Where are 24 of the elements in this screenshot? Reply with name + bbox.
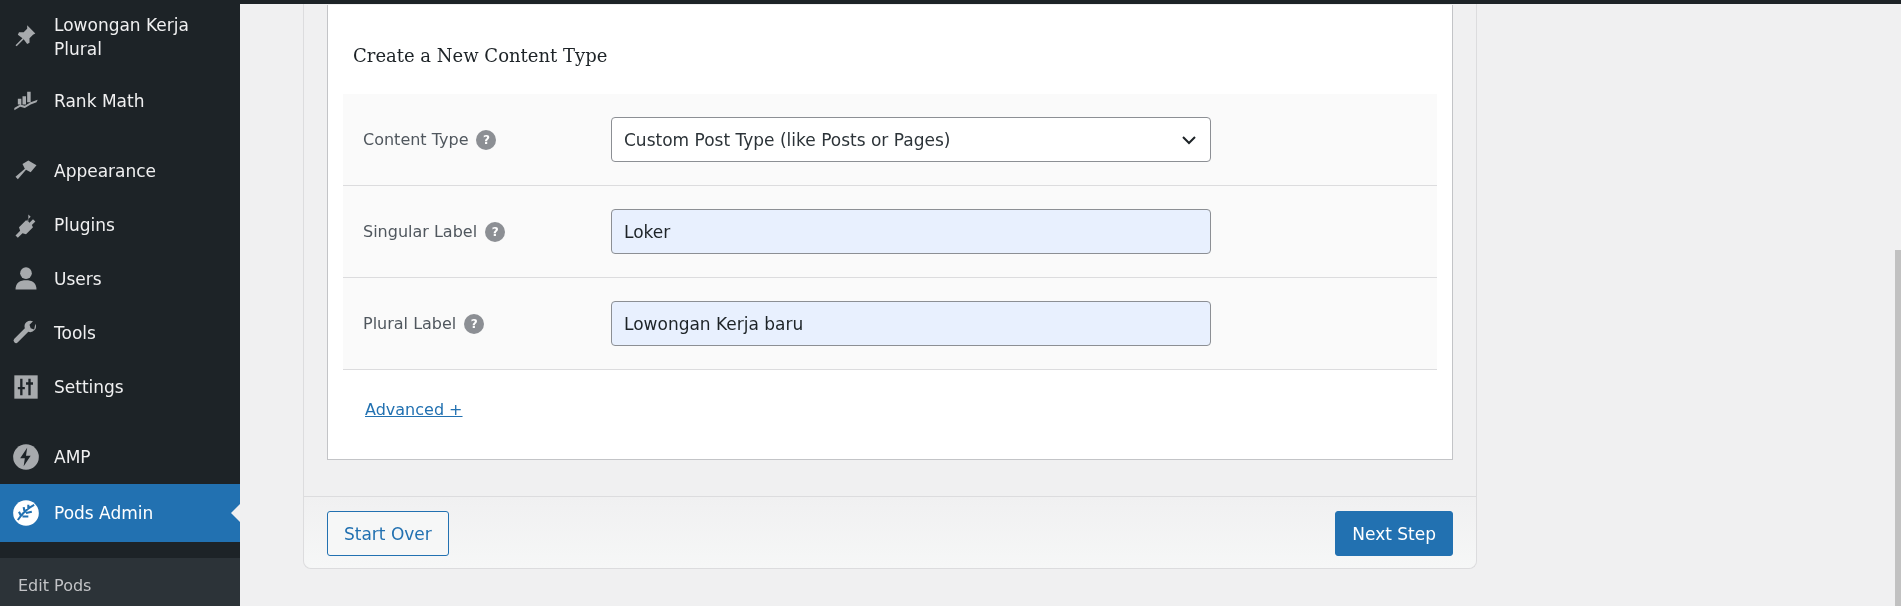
sidebar-item[interactable]: Users <box>0 252 240 306</box>
sidebar-item[interactable]: Settings <box>0 360 240 414</box>
leaf-icon <box>12 499 40 527</box>
bolt-icon <box>12 443 40 471</box>
advanced-link[interactable]: Advanced + <box>365 400 463 419</box>
field-label: Content Type <box>363 130 469 149</box>
form-title: Create a New Content Type <box>353 45 609 66</box>
next-step-button[interactable]: Next Step <box>1335 511 1453 556</box>
scrollbar[interactable] <box>1895 250 1901 606</box>
text-input[interactable]: Lowongan Kerja baru <box>611 301 1211 346</box>
field-label: Singular Label <box>363 222 478 241</box>
field-label: Plural Label <box>363 314 457 333</box>
sidebar-item[interactable]: Pods Admin <box>0 484 240 542</box>
sidebar-item[interactable]: AMP <box>0 430 240 484</box>
text-input[interactable]: Loker <box>611 209 1211 254</box>
sidebar-item[interactable]: Plugins <box>0 198 240 252</box>
sidebar-item[interactable]: Rank Math <box>0 74 240 128</box>
pointer-icon <box>231 504 240 522</box>
sidebar-item[interactable]: Lowongan Kerja Plural <box>0 0 240 74</box>
start-over-button[interactable]: Start Over <box>327 511 449 556</box>
sliders-icon <box>12 373 40 401</box>
sidebar-item[interactable]: Appearance <box>0 144 240 198</box>
sidebar-item[interactable]: Tools <box>0 306 240 360</box>
content-type-select[interactable]: Custom Post Type (like Posts or Pages) <box>611 117 1211 162</box>
